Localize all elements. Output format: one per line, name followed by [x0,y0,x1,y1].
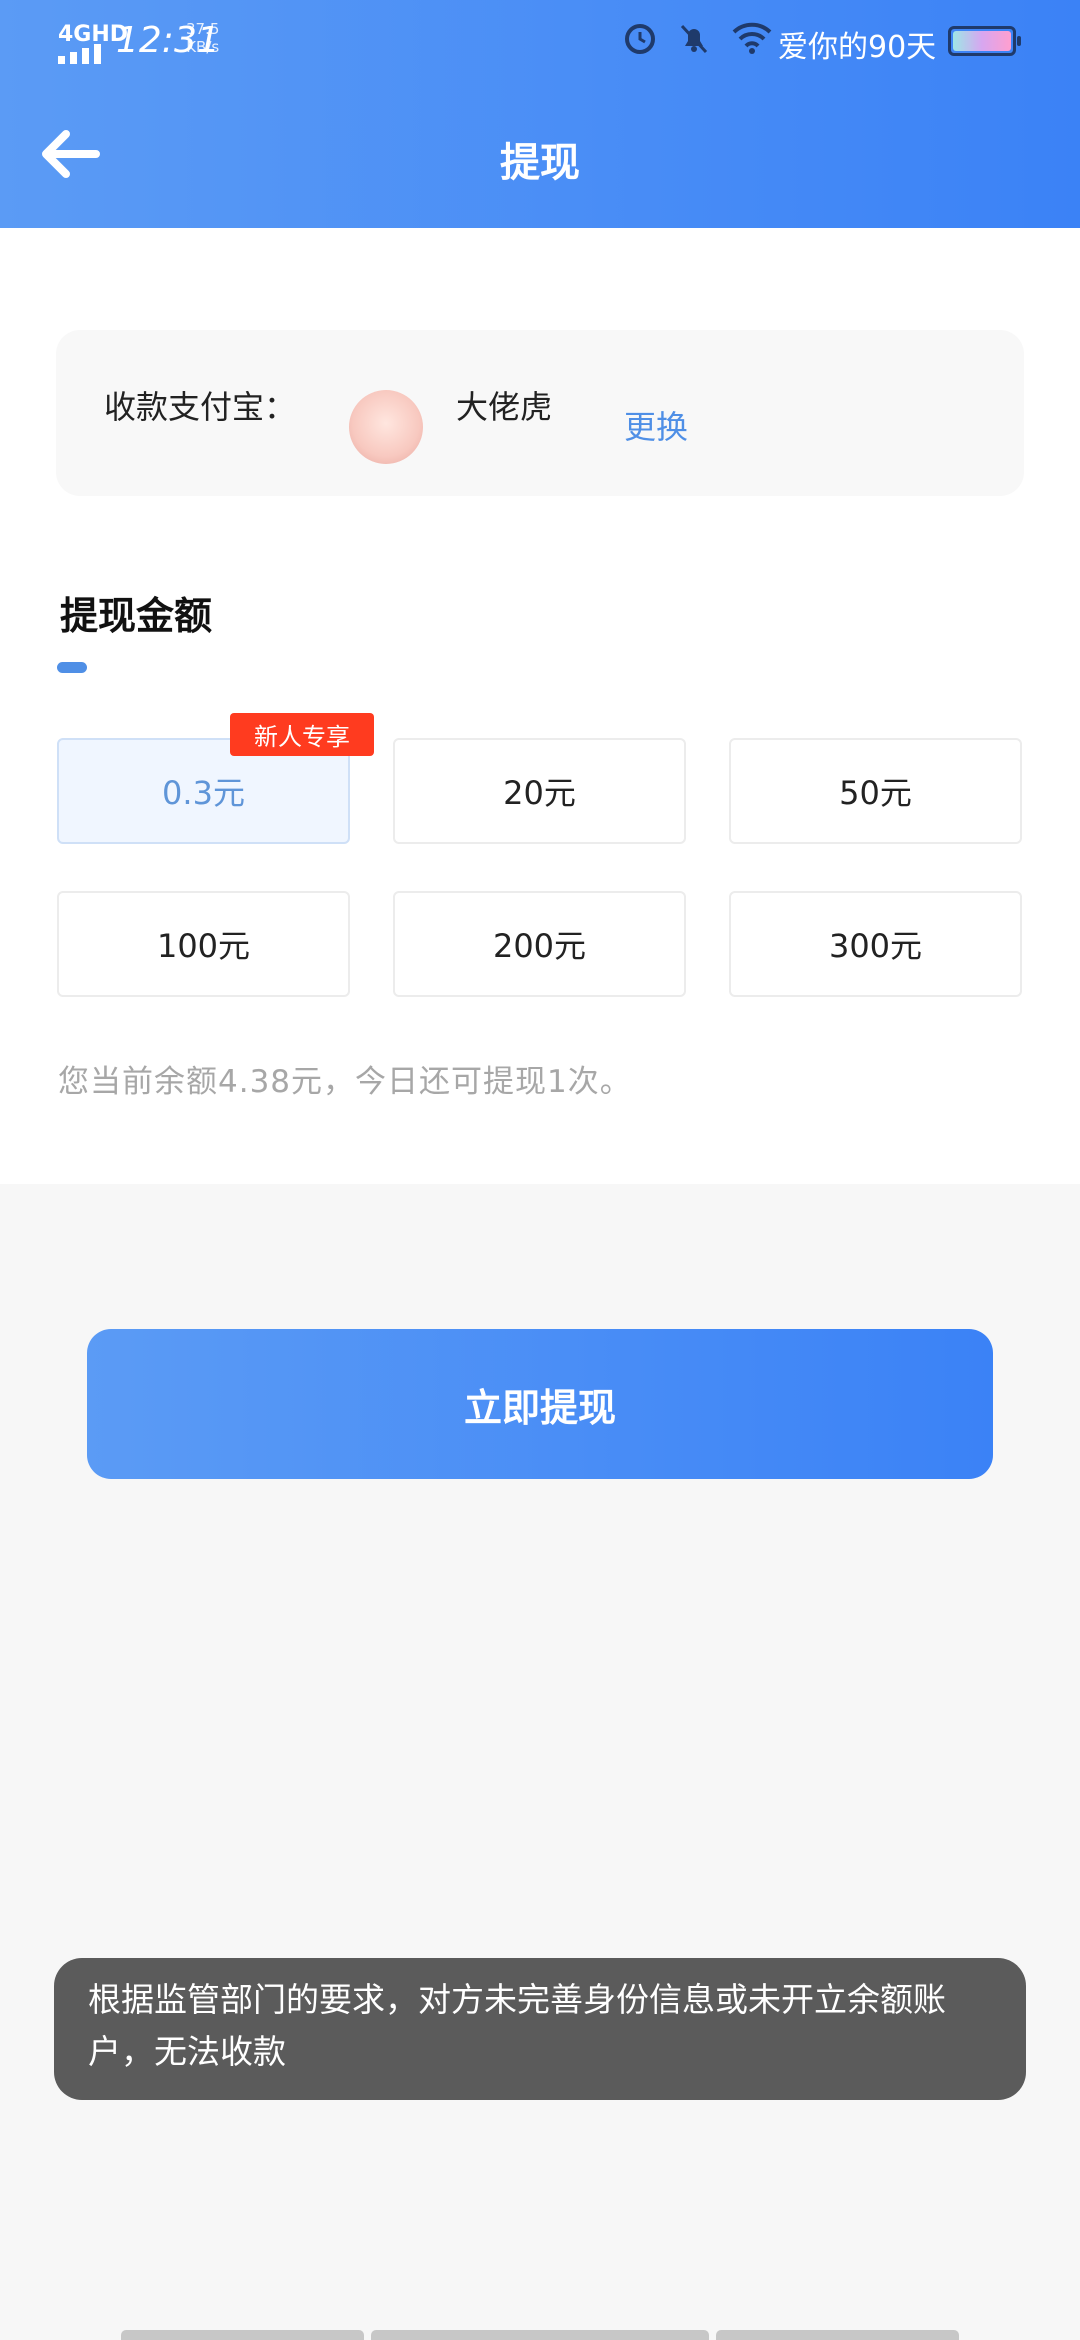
amount-option-200[interactable]: 200元 [393,891,686,997]
nav-hint [371,2330,709,2340]
avatar [349,390,423,464]
header: 4GHD 12:31 37.5 KB/s 爱你的90天 提现 [0,0,1080,228]
amount-option-300[interactable]: 300元 [729,891,1022,997]
payee-label: 收款支付宝： [104,388,297,426]
payee-name: 大佬虎 [456,388,553,426]
withdraw-button[interactable]: 立即提现 [87,1329,993,1479]
amount-option-100[interactable]: 100元 [57,891,350,997]
network-speed-unit: KB/s [186,38,220,56]
carrier-name: 爱你的90天 [778,30,937,65]
status-icons [622,20,774,56]
change-account-link[interactable]: 更换 [624,402,688,448]
toast-message: 根据监管部门的要求，对方未完善身份信息或未开立余额账户，无法收款 [54,1958,1026,2100]
section-title: 提现金额 [60,594,213,638]
network-speed-value: 37.5 [186,20,220,38]
battery-icon [948,26,1021,56]
balance-info: 您当前余额4.38元，今日还可提现1次。 [58,1064,632,1100]
nav-hint [121,2330,364,2340]
new-user-badge: 新人专享 [230,713,374,756]
amount-option-20[interactable]: 20元 [393,738,686,844]
network-speed: 37.5 KB/s [186,20,219,56]
section-underline [57,662,87,673]
status-bar: 4GHD 12:31 37.5 KB/s 爱你的90天 [0,0,1080,80]
payee-card: 收款支付宝： 大佬虎 更换 [56,330,1024,496]
alarm-icon [625,24,655,54]
wifi-icon [732,22,772,54]
page-title: 提现 [500,140,580,186]
amount-option-50[interactable]: 50元 [729,738,1022,844]
mute-bell-icon [680,24,708,54]
nav-hint [716,2330,959,2340]
signal-icon [58,44,101,64]
